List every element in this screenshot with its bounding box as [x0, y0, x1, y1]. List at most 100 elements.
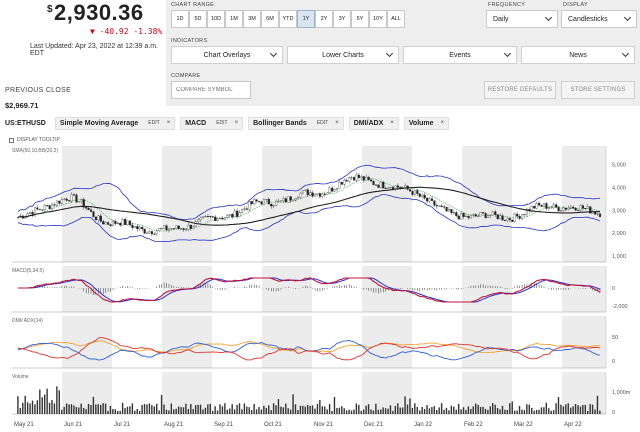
volume-bar	[599, 410, 601, 414]
candle-body	[153, 233, 156, 235]
month-label: Feb 22	[464, 422, 483, 428]
volume-bar	[258, 407, 260, 414]
range-button-10y[interactable]: 10Y	[369, 10, 387, 28]
candle-body	[194, 221, 197, 227]
edit-study-button[interactable]: EDIT	[216, 120, 227, 126]
volume-bar	[462, 407, 465, 414]
volume-bar	[421, 406, 423, 414]
display-select[interactable]: Candlesticks	[561, 10, 637, 28]
candle-body	[440, 205, 443, 207]
display-label: DISPLAY	[563, 2, 588, 8]
candle-body	[104, 222, 107, 225]
range-button-1m[interactable]: 1M	[225, 10, 243, 28]
volume-bar	[448, 410, 450, 414]
volume-bar	[199, 404, 202, 414]
candle-body	[486, 215, 490, 219]
candle-body	[521, 214, 524, 219]
volume-axis-tick: 1,000m	[612, 390, 631, 396]
close-icon[interactable]: ×	[441, 120, 445, 126]
volume-bar	[397, 403, 399, 414]
last-price: 2,930.36	[54, 0, 144, 25]
candle-body	[70, 194, 73, 202]
candle-body	[58, 200, 61, 204]
month-band	[462, 316, 512, 368]
candle-body	[223, 217, 227, 220]
volume-bar	[61, 409, 63, 414]
month-label: Jun 21	[64, 422, 83, 428]
range-button-5y[interactable]: 5Y	[351, 10, 369, 28]
month-band	[562, 316, 606, 368]
month-band	[62, 316, 112, 368]
volume-bar	[384, 408, 387, 414]
candle-body	[314, 194, 317, 197]
close-icon[interactable]: ×	[235, 120, 239, 126]
edit-study-button[interactable]: EDIT	[317, 120, 328, 126]
volume-bar	[36, 400, 39, 414]
volume-bar	[109, 405, 112, 414]
lower-charts-label: Lower Charts	[322, 51, 364, 59]
volume-bar	[250, 410, 253, 414]
volume-bar	[348, 409, 350, 414]
volume-bar	[387, 408, 389, 414]
candle-body	[287, 196, 290, 203]
candle-body	[508, 218, 511, 221]
price-axis-tick: 1,000	[612, 254, 626, 260]
candle-body	[511, 219, 514, 222]
month-band	[62, 146, 112, 262]
range-button-1d[interactable]: 1D	[171, 10, 189, 28]
candle-body	[209, 216, 212, 217]
chevron-down-icon	[544, 13, 553, 22]
range-button-all[interactable]: ALL	[387, 10, 405, 28]
last-updated: Last Updated: Apr 23, 2022 at 12:39 a.m.…	[30, 43, 159, 57]
range-button-3m[interactable]: 3M	[243, 10, 261, 28]
volume-bar	[457, 403, 460, 414]
volume-bar	[331, 410, 333, 414]
candle-body	[452, 212, 455, 214]
volume-bar	[165, 409, 168, 414]
candle-body	[163, 225, 166, 229]
range-button-10d[interactable]: 10D	[207, 10, 225, 28]
candle-body	[518, 216, 521, 219]
candle-body	[109, 224, 112, 226]
candle-body	[503, 220, 507, 222]
chart-overlays-dropdown[interactable]: Chart Overlays	[171, 46, 283, 64]
volume-bar	[148, 403, 151, 414]
candle-body	[221, 218, 224, 220]
volume-bar	[194, 405, 197, 414]
indicators-label: INDICATORS	[171, 38, 208, 44]
restore-defaults-button[interactable]: RESTORE DEFAULTS	[484, 81, 556, 99]
candle-body	[496, 214, 499, 220]
volume-bar	[465, 410, 467, 414]
volume-bar	[136, 409, 138, 414]
volume-bar	[509, 403, 511, 414]
study-tag-macd: MACD EDIT ×	[180, 116, 244, 130]
candle-body	[545, 203, 548, 209]
range-button-5d[interactable]: 5D	[189, 10, 207, 28]
range-button-3y[interactable]: 3Y	[333, 10, 351, 28]
range-button-1y[interactable]: 1Y	[297, 10, 315, 28]
price-chart[interactable]: SMA(50,10,BB(20,2) MACD(5,34,5) DMI/ ADX(1…	[0, 142, 640, 432]
volume-bar	[552, 410, 555, 414]
chart-range-label: CHART RANGE	[171, 2, 215, 8]
chevron-down-icon	[621, 49, 630, 58]
volume-bar	[336, 408, 338, 414]
close-icon[interactable]: ×	[167, 120, 171, 126]
compare-symbol-input[interactable]	[171, 81, 251, 99]
range-button-2y[interactable]: 2Y	[315, 10, 333, 28]
store-settings-button[interactable]: STORE SETTINGS	[561, 81, 635, 99]
edit-study-button[interactable]: EDIT	[148, 120, 159, 126]
frequency-select[interactable]: Daily	[486, 10, 558, 28]
lower-charts-dropdown[interactable]: Lower Charts	[287, 46, 399, 64]
close-icon[interactable]: ×	[335, 120, 339, 126]
candle-body	[48, 205, 51, 209]
candle-body	[51, 204, 54, 209]
news-dropdown[interactable]: News	[521, 46, 635, 64]
events-dropdown[interactable]: Events	[403, 46, 517, 64]
range-button-6m[interactable]: 6M	[261, 10, 279, 28]
candle-body	[343, 180, 346, 185]
candle-body	[316, 193, 319, 196]
close-icon[interactable]: ×	[390, 120, 394, 126]
volume-bar	[78, 407, 80, 414]
range-button-ytd[interactable]: YTD	[279, 10, 297, 28]
volume-bar	[316, 404, 319, 414]
